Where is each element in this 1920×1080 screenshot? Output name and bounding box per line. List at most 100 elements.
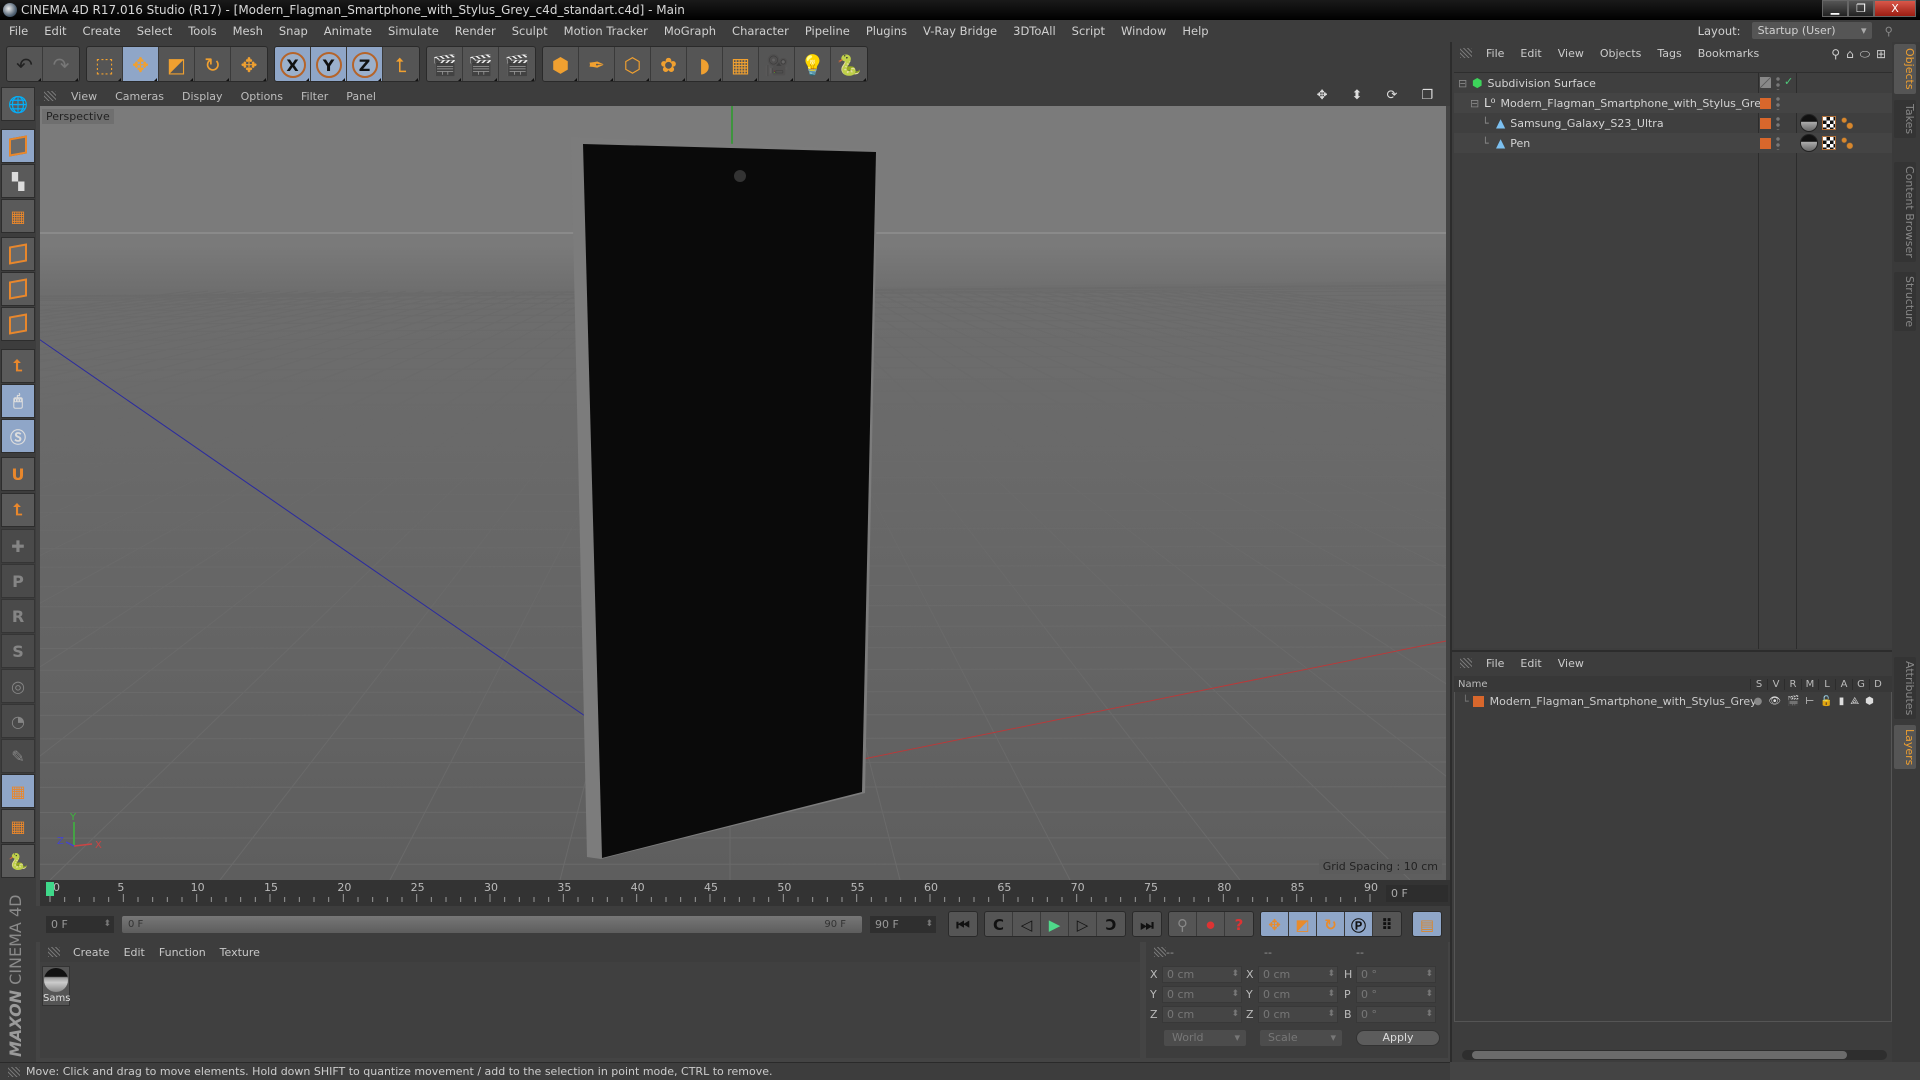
deformers-icon[interactable]: ⬢ xyxy=(1865,696,1874,707)
goto-start-icon[interactable]: ⏮ xyxy=(949,912,977,936)
layer-column-m[interactable]: M xyxy=(1801,678,1818,690)
menu-mesh[interactable]: Mesh xyxy=(224,24,270,38)
object-menu-objects[interactable]: Objects xyxy=(1592,47,1650,60)
point-level-key-button[interactable]: ◎ xyxy=(1,669,35,703)
menu-file[interactable]: File xyxy=(0,24,35,38)
panel-grip[interactable] xyxy=(48,947,60,957)
enabled-check-icon[interactable]: ✓ xyxy=(1784,75,1793,88)
texture-mode-button[interactable]: ▚ xyxy=(1,164,35,198)
layer-menu-file[interactable]: File xyxy=(1478,657,1512,670)
menu-pipeline[interactable]: Pipeline xyxy=(796,24,857,38)
scrollbar-thumb[interactable] xyxy=(1472,1051,1847,1059)
keyframe-selection-icon[interactable]: ? xyxy=(1225,912,1253,936)
auto-key-button[interactable]: ✎ xyxy=(1,739,35,773)
play-icon[interactable]: ▶ xyxy=(1041,912,1069,936)
edges-mode-button[interactable] xyxy=(1,272,35,306)
param-key-button[interactable]: ◔ xyxy=(1,704,35,738)
layer-color-swatch[interactable] xyxy=(1760,98,1771,109)
end-frame-field[interactable]: 90 F ⬍ xyxy=(870,916,936,933)
material-menu-edit[interactable]: Edit xyxy=(117,946,152,959)
layer-color-swatch[interactable] xyxy=(1472,695,1484,707)
layout-dropdown[interactable]: Startup (User) xyxy=(1751,22,1872,39)
panel-grip[interactable] xyxy=(1460,658,1472,668)
object-name[interactable]: Samsung_Galaxy_S23_Ultra xyxy=(1510,117,1663,130)
parameter-track-icon[interactable]: Ⓟ xyxy=(1345,912,1373,936)
menu-render[interactable]: Render xyxy=(446,24,503,38)
object-name[interactable]: Subdivision Surface xyxy=(1487,77,1595,90)
rotation-h-field[interactable]: 0 ° xyxy=(1356,966,1436,983)
next-frame-icon[interactable]: ▷ xyxy=(1069,912,1097,936)
undo-button[interactable]: ↶ xyxy=(7,47,43,81)
rotation-key-button[interactable]: R xyxy=(1,599,35,633)
side-tab-layers[interactable]: Layers xyxy=(1894,725,1916,770)
object-row[interactable]: ⊟ L⁰ Modern_Flagman_Smartphone_with_Stylus… xyxy=(1454,93,1892,113)
material-menu-texture[interactable]: Texture xyxy=(213,946,267,959)
cube-object-button[interactable]: ⬢ xyxy=(543,47,579,81)
vertex-map-tag-icon[interactable] xyxy=(1840,116,1854,130)
viewport-menu-panel[interactable]: Panel xyxy=(337,90,385,103)
search-icon[interactable]: ⚲ xyxy=(1876,24,1900,38)
viewport-menu-display[interactable]: Display xyxy=(173,90,232,103)
layer-color-swatch[interactable] xyxy=(1760,138,1771,149)
pen-spline-button[interactable]: ✒ xyxy=(579,47,615,81)
position-key-button[interactable]: P xyxy=(1,564,35,598)
layer-menu-view[interactable]: View xyxy=(1550,657,1592,670)
viewport-menu-filter[interactable]: Filter xyxy=(292,90,337,103)
object-name[interactable]: Modern_Flagman_Smartphone_with_Stylus_Gr… xyxy=(1501,97,1768,110)
playhead[interactable] xyxy=(46,882,54,896)
menu-character[interactable]: Character xyxy=(723,24,796,38)
planar-workplane-button[interactable]: ▦ xyxy=(1,809,35,843)
scale-track-icon[interactable]: ◩ xyxy=(1289,912,1317,936)
cloner-button[interactable]: ✿ xyxy=(651,47,687,81)
render-icon[interactable]: 🎬 xyxy=(1787,696,1799,707)
object-row[interactable]: ⊟ ⬢ Subdivision Surface ✓ xyxy=(1454,73,1892,93)
home-icon[interactable]: ⌂ xyxy=(1846,47,1854,62)
autokey-icon[interactable]: ⏺ xyxy=(1197,912,1225,936)
object-menu-tags[interactable]: Tags xyxy=(1649,47,1689,60)
snap-magnet-button[interactable]: U xyxy=(1,457,35,491)
visibility-dots[interactable] xyxy=(1776,116,1780,130)
material-swatch[interactable]: Sams xyxy=(42,966,70,1006)
make-editable-button[interactable]: 🌐 xyxy=(1,87,35,121)
z-axis-button[interactable]: Z xyxy=(347,47,383,81)
frame-range-slider[interactable]: 0 F 90 F xyxy=(122,916,862,933)
prev-frame-icon[interactable]: ◁ xyxy=(1013,912,1041,936)
rotation-p-field[interactable]: 0 ° xyxy=(1356,986,1436,1003)
material-tag-icon[interactable] xyxy=(1800,134,1818,152)
model-mode-button[interactable] xyxy=(1,129,35,163)
object-menu-file[interactable]: File xyxy=(1478,47,1512,60)
prev-key-icon[interactable]: C xyxy=(985,912,1013,936)
material-menu-function[interactable]: Function xyxy=(152,946,213,959)
menu-animate[interactable]: Animate xyxy=(315,24,379,38)
move-view-icon[interactable]: ✥ xyxy=(1308,88,1337,103)
layer-column-l[interactable]: L xyxy=(1818,678,1835,690)
psr-key-button[interactable]: S xyxy=(1,634,35,668)
light-button[interactable]: 💡 xyxy=(795,47,831,81)
menu-snap[interactable]: Snap xyxy=(270,24,315,38)
python-button[interactable]: 🐍 xyxy=(831,47,867,81)
axis-mode-button[interactable]: ⮤ xyxy=(1,349,35,383)
size-y-field[interactable]: 0 cm xyxy=(1258,986,1338,1003)
size-z-field[interactable]: 0 cm xyxy=(1258,1006,1338,1023)
visibility-dots[interactable] xyxy=(1776,76,1780,90)
tree-connector[interactable]: ⊟ xyxy=(1454,97,1484,110)
layer-column-s[interactable]: S xyxy=(1750,678,1767,690)
object-row[interactable]: └ ▲ Pen xyxy=(1454,133,1892,153)
layer-row[interactable]: └ Modern_Flagman_Smartphone_with_Stylus_… xyxy=(1454,692,1892,710)
menu-mograph[interactable]: MoGraph xyxy=(655,24,723,38)
manager-icon[interactable]: ⊢ xyxy=(1806,696,1815,707)
points-mode-button[interactable] xyxy=(1,237,35,271)
position-y-field[interactable]: 0 cm xyxy=(1162,986,1242,1003)
menu-simulate[interactable]: Simulate xyxy=(379,24,446,38)
viewport-menu-cameras[interactable]: Cameras xyxy=(106,90,173,103)
y-axis-button[interactable]: Y xyxy=(311,47,347,81)
timeline-window-icon[interactable]: ▤ xyxy=(1413,912,1441,936)
animation-icon[interactable]: ▮ xyxy=(1839,696,1845,707)
object-name[interactable]: Pen xyxy=(1510,137,1530,150)
next-key-icon[interactable]: Ↄ xyxy=(1097,912,1125,936)
motion-record-icon[interactable]: ⚲ xyxy=(1169,912,1197,936)
render-view-button[interactable]: 🎬 xyxy=(427,47,463,81)
layer-column-g[interactable]: G xyxy=(1852,678,1869,690)
layer-name[interactable]: Modern_Flagman_Smartphone_with_Stylus_Gr… xyxy=(1490,695,1757,708)
menu-create[interactable]: Create xyxy=(74,24,128,38)
